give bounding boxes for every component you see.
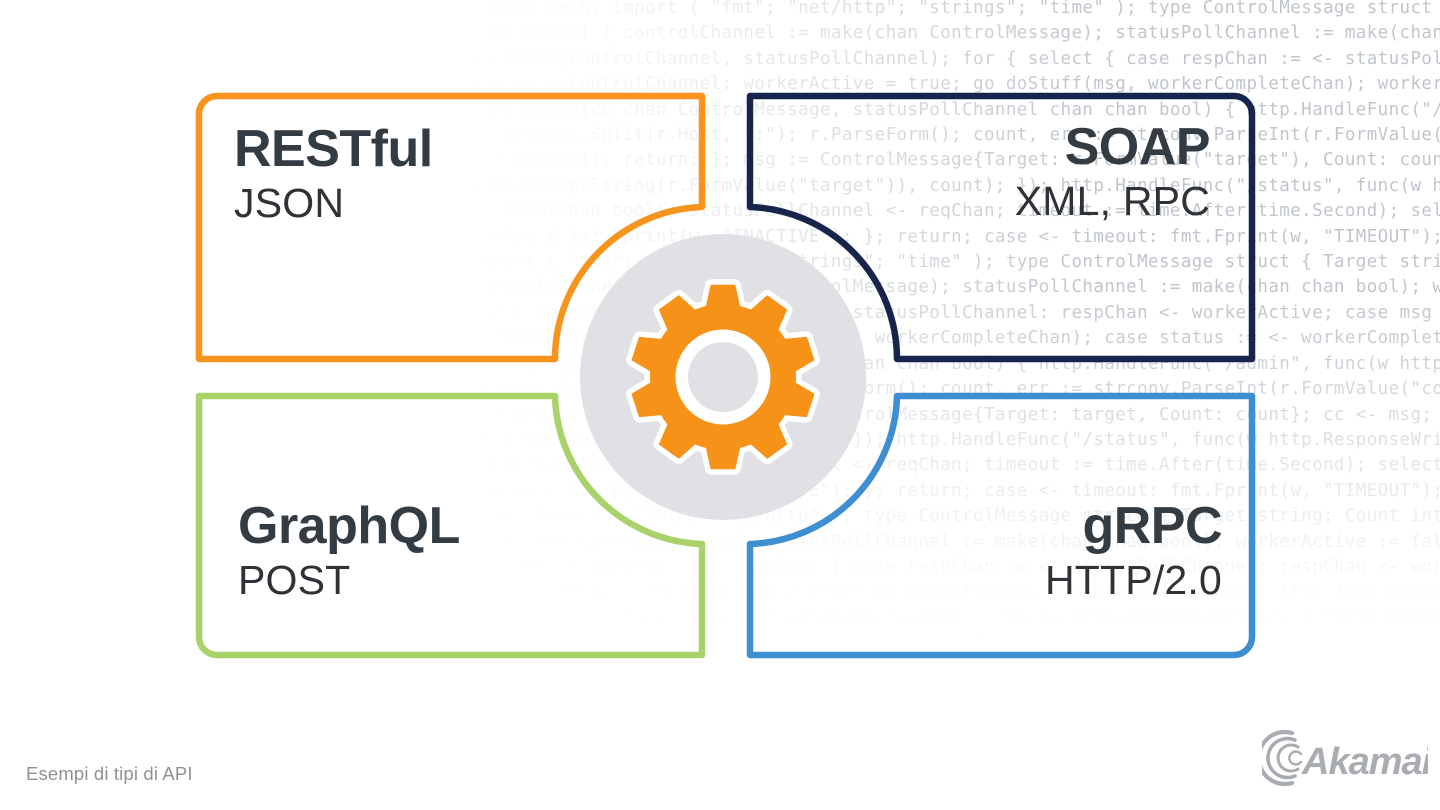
grpc-subtitle: HTTP/2.0 [1044,557,1222,603]
grpc-title: gRPC [1082,497,1222,555]
center-hub [580,234,866,520]
graphql-title: GraphQL [238,497,460,555]
akamai-logo: Akamai [1262,729,1428,787]
quadrant-soap-text: SOAP XML, RPC [1014,118,1211,226]
restful-title: RESTful [234,120,433,178]
soap-title: SOAP [1064,118,1211,176]
akamai-wordmark: Akamai [1301,741,1428,783]
figure-caption: Esempi di tipi di API [26,763,193,784]
quadrant-restful-text: RESTful JSON [234,120,433,228]
akamai-wave-icon [1262,729,1303,787]
graphql-subtitle: POST [238,557,351,603]
restful-subtitle: JSON [234,180,345,226]
quadrant-graphql-text: GraphQL POST [238,497,460,605]
diagram-canvas: ackage main; import ( "fmt"; "net/http";… [0,0,1440,810]
gear-icon [626,279,820,475]
gear-hub-hole [688,342,758,412]
soap-subtitle: XML, RPC [1014,178,1210,224]
quadrant-grpc-text: gRPC HTTP/2.0 [1044,497,1223,605]
